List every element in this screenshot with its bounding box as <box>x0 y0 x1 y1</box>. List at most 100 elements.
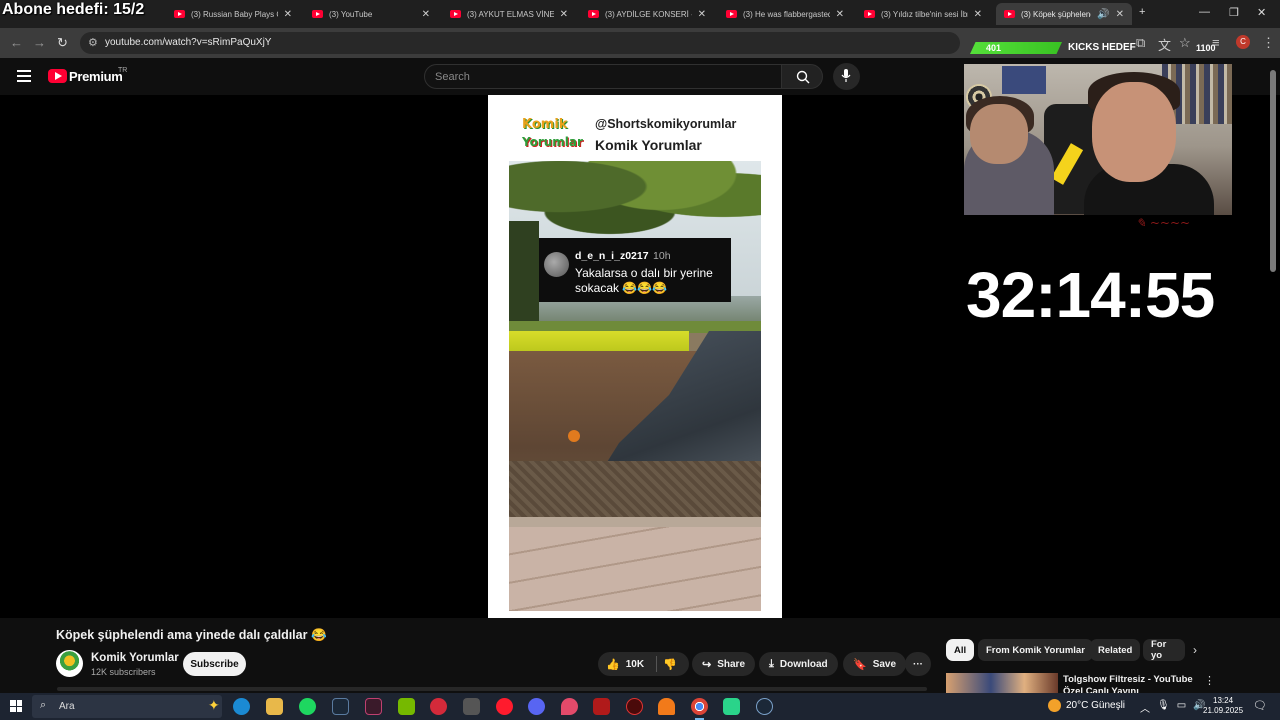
youtube-logo-icon[interactable] <box>48 69 67 83</box>
search-button[interactable] <box>781 64 823 89</box>
close-tab-icon[interactable]: ✕ <box>284 9 292 20</box>
voicemod-icon[interactable] <box>593 698 610 715</box>
tab-title: (3) He was flabbergasted <box>743 9 830 19</box>
browser-tab-active[interactable]: (3) Köpek şüphelendi 🔊 ✕ <box>996 3 1132 25</box>
save-button[interactable]: 🔖 Save <box>843 652 907 676</box>
browser-tab[interactable]: (3) He was flabbergasted ✕ <box>718 3 852 25</box>
steam-alt-icon[interactable] <box>756 698 773 715</box>
valorant-icon[interactable] <box>365 698 382 715</box>
menu-icon[interactable] <box>17 70 31 82</box>
address-bar[interactable]: ⚙ youtube.com/watch?v=sRimPaQuXjY <box>80 32 960 54</box>
browser-tab[interactable]: (3) YouTube ✕ <box>304 3 438 25</box>
short-channel-handle: @Shortskomikyorumlar <box>595 117 737 131</box>
download-button[interactable]: ⤓ Download <box>759 652 838 676</box>
close-tab-icon[interactable]: ✕ <box>974 9 982 20</box>
browser-tab[interactable]: (3) Russian Baby Plays Co ✕ <box>166 3 300 25</box>
microphone-tray-icon[interactable]: 🎙 <box>1157 700 1170 715</box>
weather-widget[interactable]: 20°C Güneşli <box>1048 699 1125 712</box>
site-info-icon[interactable]: ⚙ <box>88 36 98 49</box>
soundcloud-icon[interactable] <box>658 698 675 715</box>
voice-search-button[interactable] <box>833 63 860 90</box>
page-scrollbar[interactable] <box>1270 70 1276 272</box>
close-tab-icon[interactable]: ✕ <box>560 9 568 20</box>
edge-icon[interactable] <box>233 698 250 715</box>
share-button[interactable]: ↪ Share <box>692 652 756 676</box>
komik-yorumlar-logo: Komik Yorumlar <box>522 117 583 149</box>
discord-icon[interactable] <box>528 698 545 715</box>
browser-tab[interactable]: (3) AYDİLGE KONSERİ - Ya ✕ <box>580 3 714 25</box>
channel-avatar[interactable] <box>56 650 83 677</box>
riot-icon[interactable] <box>463 698 480 715</box>
youtube-favicon-icon <box>312 10 323 18</box>
close-tab-icon[interactable]: ✕ <box>698 9 706 20</box>
youtube-favicon-icon <box>450 10 461 18</box>
system-tray: ︿ 🎙 ▭ 🔊 <box>1140 700 1206 715</box>
youtube-favicon-icon <box>864 10 875 18</box>
chevron-right-icon[interactable]: › <box>1193 643 1197 657</box>
close-window-icon[interactable]: ✕ <box>1257 6 1266 19</box>
back-icon[interactable]: ← <box>10 35 23 50</box>
youtube-premium-logo[interactable]: Premium <box>69 69 123 84</box>
comment-text: Yakalarsa o dalı bir yerine sokacak 😂😂😂 <box>575 266 713 295</box>
thumbs-down-icon[interactable]: 👎 <box>663 658 677 671</box>
download-label: Download <box>779 658 828 670</box>
youtube-favicon-icon <box>1004 10 1015 18</box>
opera-gx-icon[interactable] <box>496 698 513 715</box>
windows-start-icon[interactable] <box>10 700 22 712</box>
search-box <box>424 64 782 89</box>
chip-related[interactable]: Related <box>1090 639 1141 661</box>
share-label: Share <box>717 658 746 670</box>
more-actions-button[interactable]: ··· <box>905 652 931 676</box>
chip-all[interactable]: All <box>946 639 975 661</box>
subscriber-count: 12K subscribers <box>91 667 156 677</box>
save-label: Save <box>872 658 897 670</box>
app-red-icon[interactable] <box>430 698 447 715</box>
maximize-icon[interactable]: ❐ <box>1229 6 1239 19</box>
minimize-icon[interactable]: — <box>1199 6 1210 18</box>
taskbar-search[interactable]: ⌕ Ara ✦ <box>32 695 222 718</box>
tab-title: (3) AYKUT ELMAS VİNE Ç <box>467 9 554 19</box>
obs-icon[interactable] <box>626 698 643 715</box>
notification-icon[interactable]: 🗨 <box>1253 699 1267 712</box>
like-count[interactable]: 10K <box>626 659 644 670</box>
tab-title: (3) Köpek şüphelendi <box>1021 9 1092 19</box>
subscribe-button[interactable]: Subscribe <box>183 652 246 676</box>
comment-bubble: d_e_n_i_z0217 10h Yakalarsa o dalı bir y… <box>539 238 731 302</box>
close-tab-icon[interactable]: ✕ <box>836 9 844 20</box>
browser-menu-icon[interactable]: ⋮ <box>1262 35 1275 51</box>
channel-name[interactable]: Komik Yorumlar <box>91 652 179 664</box>
tray-chevron-icon[interactable]: ︿ <box>1140 700 1150 715</box>
close-tab-icon[interactable]: ✕ <box>422 9 430 20</box>
comment-username: d_e_n_i_z0217 <box>575 250 649 262</box>
thumbs-up-icon[interactable]: 👍 <box>606 658 620 671</box>
chip-for-you[interactable]: For yo <box>1143 639 1185 661</box>
steam-icon[interactable] <box>332 698 349 715</box>
recommended-menu-icon[interactable]: ⋮ <box>1204 674 1215 687</box>
maps-pin-icon[interactable] <box>561 698 578 715</box>
search-icon <box>796 70 810 84</box>
profile-avatar[interactable]: C <box>1236 35 1250 49</box>
spotify-icon[interactable] <box>299 698 316 715</box>
chrome-icon[interactable] <box>691 698 708 720</box>
search-input[interactable] <box>425 65 781 89</box>
taskbar-search-label: Ara <box>59 701 75 712</box>
download-icon: ⤓ <box>769 657 774 670</box>
chip-from-channel[interactable]: From Komik Yorumlar <box>978 639 1093 661</box>
browser-tab[interactable]: (3) AYKUT ELMAS VİNE Ç ✕ <box>442 3 576 25</box>
recommended-thumbnail[interactable] <box>946 673 1058 693</box>
file-explorer-icon[interactable] <box>266 698 283 715</box>
speaker-icon[interactable]: 🔊 <box>1097 9 1109 20</box>
browser-tab[interactable]: (3) Yıldız tilbe'nin sesi İbr ✕ <box>856 3 990 25</box>
new-tab-icon[interactable]: + <box>1139 6 1145 18</box>
description-preview[interactable] <box>57 687 927 691</box>
dog-in-scene <box>568 430 580 442</box>
app-green-icon[interactable] <box>723 698 740 715</box>
like-dislike-group: 👍 10K 👎 <box>598 652 689 676</box>
reload-icon[interactable]: ↻ <box>57 35 68 51</box>
clock-date: 21.09.2025 <box>1203 706 1244 715</box>
close-tab-icon[interactable]: ✕ <box>1116 9 1124 20</box>
nvidia-icon[interactable] <box>398 698 415 715</box>
forward-icon[interactable]: → <box>33 35 46 50</box>
network-icon[interactable]: ▭ <box>1177 700 1186 715</box>
taskbar-clock[interactable]: 13:24 21.09.2025 <box>1203 696 1243 716</box>
